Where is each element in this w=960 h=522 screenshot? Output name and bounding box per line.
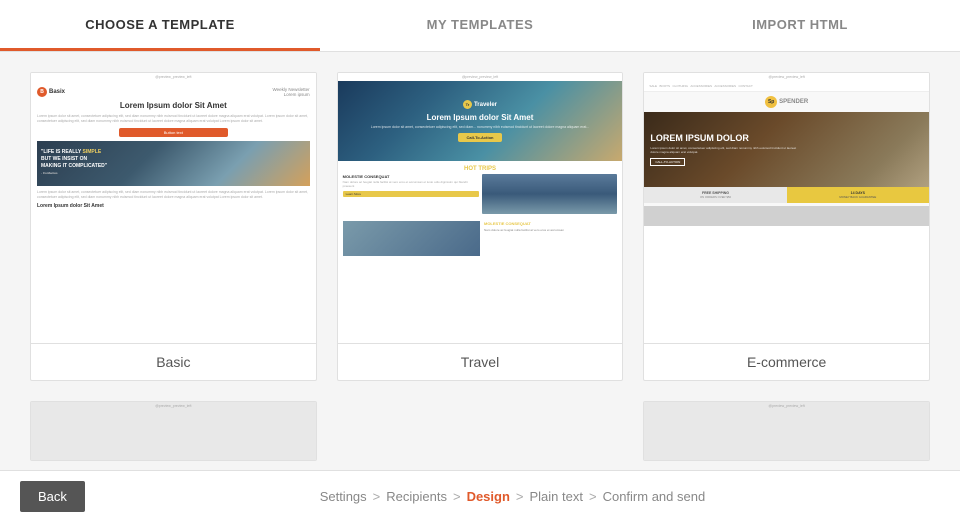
template-label-ecommerce: E-commerce xyxy=(644,343,929,380)
breadcrumb-design[interactable]: Design xyxy=(467,489,510,504)
breadcrumb-recipients[interactable]: Recipients xyxy=(386,489,447,504)
bottom-bar: Back Settings > Recipients > Design > Pl… xyxy=(0,470,960,522)
back-button[interactable]: Back xyxy=(20,481,85,512)
preview-top-label-ecommerce: @preview_preview_left xyxy=(644,73,929,81)
top-navigation: CHOOSE A TEMPLATE MY TEMPLATES IMPORT HT… xyxy=(0,0,960,52)
tab-choose-template[interactable]: CHOOSE A TEMPLATE xyxy=(0,0,320,51)
breadcrumb-confirm[interactable]: Confirm and send xyxy=(603,489,706,504)
preview-top-label-basic: @preview_preview_left xyxy=(31,73,316,81)
breadcrumb-settings[interactable]: Settings xyxy=(320,489,367,504)
template-preview-travel: @preview_preview_left Tr Traveler Lorem … xyxy=(338,73,623,343)
breadcrumb-sep-4: > xyxy=(589,489,597,504)
spacer xyxy=(337,401,624,461)
template-card-ecommerce[interactable]: @preview_preview_left SALE BOOTS CLOTHIN… xyxy=(643,72,930,381)
partial-preview-2: @preview_preview_left xyxy=(644,402,929,460)
breadcrumb-plain-text[interactable]: Plain text xyxy=(530,489,583,504)
breadcrumb-sep-1: > xyxy=(373,489,381,504)
main-content: @preview_preview_left B Basix Weekly New… xyxy=(0,52,960,470)
ecommerce-preview-content: SALE BOOTS CLOTHING ACCESSORIES ACCESSOR… xyxy=(644,81,929,226)
template-preview-ecommerce: @preview_preview_left SALE BOOTS CLOTHIN… xyxy=(644,73,929,343)
travel-preview-content: Tr Traveler Lorem Ipsum dolor Sit Amet L… xyxy=(338,81,623,256)
template-card-partial-2[interactable]: @preview_preview_left xyxy=(643,401,930,461)
template-preview-basic: @preview_preview_left B Basix Weekly New… xyxy=(31,73,316,343)
template-card-basic[interactable]: @preview_preview_left B Basix Weekly New… xyxy=(30,72,317,381)
template-grid-row2: @preview_preview_left @preview_preview_l… xyxy=(30,401,930,461)
breadcrumb-sep-3: > xyxy=(516,489,524,504)
basic-preview-content: B Basix Weekly NewsletterLorem ipsum Lor… xyxy=(31,81,316,215)
tab-my-templates[interactable]: MY TEMPLATES xyxy=(320,0,640,51)
template-label-basic: Basic xyxy=(31,343,316,380)
template-card-travel[interactable]: @preview_preview_left Tr Traveler Lorem … xyxy=(337,72,624,381)
tab-import-html[interactable]: IMPORT HTML xyxy=(640,0,960,51)
breadcrumb: Settings > Recipients > Design > Plain t… xyxy=(85,489,940,504)
breadcrumb-sep-2: > xyxy=(453,489,461,504)
template-label-travel: Travel xyxy=(338,343,623,380)
template-grid: @preview_preview_left B Basix Weekly New… xyxy=(30,72,930,381)
partial-preview-1: @preview_preview_left xyxy=(31,402,316,460)
template-card-partial-1[interactable]: @preview_preview_left xyxy=(30,401,317,461)
preview-top-label-travel: @preview_preview_left xyxy=(338,73,623,81)
